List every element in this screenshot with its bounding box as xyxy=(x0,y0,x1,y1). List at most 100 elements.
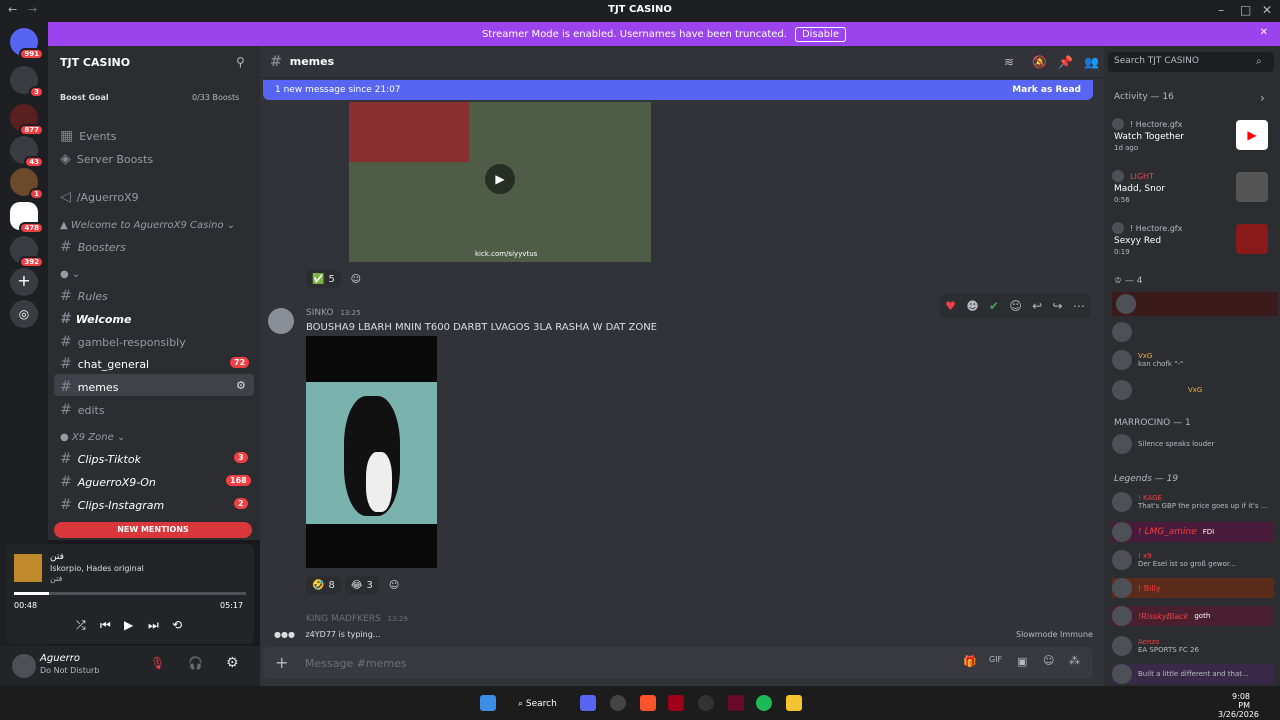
reaction-rofl[interactable]: 🤣 8 xyxy=(306,576,341,594)
video-embed[interactable]: ▶ kick.com/siyyvtus xyxy=(349,102,651,262)
spotify-taskbar-icon[interactable] xyxy=(756,695,772,711)
close-icon[interactable]: ✕ xyxy=(1262,3,1272,17)
previous-icon[interactable]: ⏮ xyxy=(100,618,111,633)
taskbar-search[interactable]: ⌕ Search xyxy=(510,695,568,713)
brave-taskbar-icon[interactable] xyxy=(640,695,656,711)
emoji-icon[interactable]: ☺ xyxy=(1043,654,1054,667)
search-icon[interactable]: ⌕ xyxy=(1256,56,1262,67)
add-server-icon[interactable]: + xyxy=(10,268,38,296)
server-icon[interactable]: 1 xyxy=(10,168,44,200)
member-row[interactable]: ! LMG_amine FDI xyxy=(1112,522,1274,542)
reaction-check[interactable]: ✅ 5 xyxy=(306,270,341,288)
channel-edits[interactable]: # edits xyxy=(60,402,105,418)
play-video-icon[interactable]: ▶ xyxy=(485,164,515,194)
discover-icon[interactable]: ◎ xyxy=(10,300,38,328)
reply-icon[interactable]: ↩ xyxy=(1032,299,1042,313)
server-boosts-item[interactable]: ◈ Server Boosts xyxy=(60,151,153,167)
gift-icon[interactable]: 🎁 xyxy=(963,655,977,668)
minimize-icon[interactable]: – xyxy=(1218,3,1224,17)
category-x9[interactable]: ● X9 Zone ⌄ xyxy=(60,432,125,443)
member-row[interactable] xyxy=(1112,322,1132,342)
channel-on[interactable]: # AguerroX9-On xyxy=(60,474,156,490)
author[interactable]: KING MADFKERS xyxy=(306,614,381,624)
activity-item[interactable]: ! Hectore.gfx xyxy=(1112,222,1182,234)
play-icon[interactable]: ▶ xyxy=(124,618,133,632)
progress-track[interactable] xyxy=(14,592,246,595)
author[interactable]: SINKO xyxy=(306,308,334,318)
member-row[interactable]: !RisskyBlack goth xyxy=(1112,606,1274,626)
add-reaction-icon[interactable]: ☺ xyxy=(345,270,367,288)
youtube-icon[interactable]: ▶ xyxy=(1236,120,1268,150)
channel-memes[interactable]: # memes xyxy=(60,379,118,395)
channel-tiktok[interactable]: # Clips-Tiktok xyxy=(60,451,141,467)
events-item[interactable]: ▦ Events xyxy=(60,128,116,144)
boost-goal-label[interactable]: Boost Goal xyxy=(60,93,109,102)
new-messages-bar[interactable]: 1 new message since 21:07 Mark as Read xyxy=(263,80,1093,100)
settings-icon[interactable]: ⚙ xyxy=(236,379,246,392)
pin-icon[interactable]: 📌 xyxy=(1058,55,1073,69)
app-taskbar-icon[interactable] xyxy=(610,695,626,711)
channel-aguerro[interactable]: ◁ /AguerroX9 xyxy=(60,189,139,205)
channel-welcome[interactable]: # Welcome xyxy=(60,311,131,327)
clock[interactable]: 9:08 PM 3/26/2026 xyxy=(1218,692,1259,719)
server-search-input[interactable]: Search TJT CASINO xyxy=(1108,52,1274,72)
invite-icon[interactable]: ⚲ xyxy=(236,55,245,69)
member-row[interactable]: ! KAGE That's GBP the price goes up if it… xyxy=(1112,492,1267,512)
channel-gambel[interactable]: # gambel-responsibly xyxy=(60,334,186,350)
attach-icon[interactable]: + xyxy=(275,653,288,672)
more-icon[interactable]: ⋯ xyxy=(1073,299,1085,313)
repeat-icon[interactable]: ⟲ xyxy=(172,618,182,632)
shuffle-icon[interactable]: ⤮ xyxy=(76,618,86,633)
banner-close-icon[interactable]: ✕ xyxy=(1260,27,1268,38)
mark-read-button[interactable]: Mark as Read xyxy=(1012,85,1081,95)
discord-home-icon[interactable]: 991 xyxy=(10,28,44,60)
windows-start-icon[interactable] xyxy=(480,695,496,711)
check-icon[interactable]: ✔ xyxy=(989,299,999,313)
channel-boosters[interactable]: # Boosters xyxy=(60,239,126,255)
avatar[interactable] xyxy=(12,654,36,678)
forward-icon[interactable]: ↪ xyxy=(1052,299,1062,313)
member-row[interactable]: ! Billy xyxy=(1112,578,1274,598)
heart-icon[interactable]: ♥ xyxy=(945,299,956,313)
activity-item[interactable]: ! Hectore.gfx xyxy=(1112,118,1182,130)
discord-taskbar-icon[interactable] xyxy=(580,695,596,711)
app-taskbar-icon[interactable] xyxy=(728,695,744,711)
server-icon[interactable]: 392 xyxy=(10,236,44,268)
message-input[interactable]: + Message #memes 🎁 GIF ▣ ☺ ⁂ xyxy=(263,647,1093,679)
next-icon[interactable]: ⏭ xyxy=(148,618,159,633)
maximize-icon[interactable]: □ xyxy=(1240,3,1251,17)
member-row[interactable]: Aenzo EA SPORTS FC 26 xyxy=(1112,636,1199,656)
chevron-right-icon[interactable]: › xyxy=(1260,91,1265,105)
user-settings-icon[interactable]: ⚙ xyxy=(226,655,239,671)
member-row[interactable] xyxy=(1112,292,1278,316)
member-row[interactable]: VxG kan chofk "-" xyxy=(1112,350,1183,370)
add-reaction-icon[interactable]: ☺ xyxy=(383,576,405,594)
members-icon[interactable]: 👥 xyxy=(1084,55,1099,69)
channel-chat-general[interactable]: # chat_general xyxy=(60,356,149,372)
member-row[interactable]: VxG xyxy=(1112,380,1202,400)
server-icon-tjt[interactable]: 478 xyxy=(10,202,44,234)
avatar[interactable] xyxy=(268,308,294,334)
channel-insta[interactable]: # Clips-Instagram xyxy=(60,497,164,513)
new-mentions-button[interactable]: NEW MENTIONS xyxy=(54,522,252,538)
server-name[interactable]: TJT CASINO xyxy=(60,56,130,69)
member-row[interactable]: ! x9 Der Esel ist so groß gewor... xyxy=(1112,550,1236,570)
server-icon[interactable]: 43 xyxy=(10,136,44,168)
app-taskbar-icon[interactable] xyxy=(698,695,714,711)
activity-item[interactable]: LIGHT xyxy=(1112,170,1154,182)
reaction-laugh[interactable]: 😂 3 xyxy=(344,576,379,594)
app-taskbar-icon[interactable] xyxy=(668,695,684,711)
member-row[interactable]: Silence speaks louder xyxy=(1112,434,1214,454)
category-welcome[interactable]: ▲ Welcome to AguerroX9 Casino ⌄ xyxy=(60,220,235,231)
add-reaction-icon[interactable]: ☺ xyxy=(1009,299,1022,313)
gif-icon[interactable]: GIF xyxy=(989,655,1002,664)
disable-button[interactable]: Disable xyxy=(794,26,847,42)
apps-icon[interactable]: ⁂ xyxy=(1069,654,1080,667)
category-pin[interactable]: ● ⌄ xyxy=(60,269,80,280)
server-icon[interactable]: 877 xyxy=(10,104,44,136)
mute-icon[interactable]: 🎙 xyxy=(150,656,165,670)
notification-icon[interactable]: 🔕 xyxy=(1032,55,1047,69)
laugh-icon[interactable]: ☻ xyxy=(966,299,979,313)
threads-icon[interactable]: ≋ xyxy=(1004,55,1014,69)
deafen-icon[interactable]: 🎧 xyxy=(188,656,203,670)
